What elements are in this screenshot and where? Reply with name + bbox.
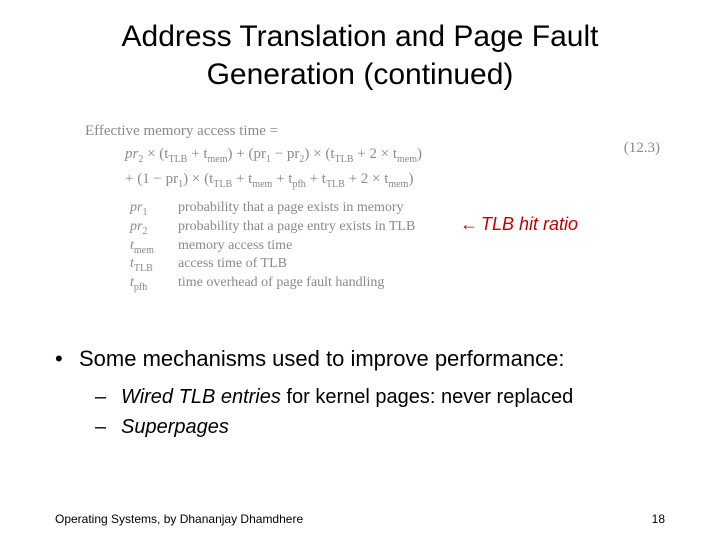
- annotation-text: TLB hit ratio: [481, 214, 578, 235]
- formula-lead: Effective memory access time =: [85, 123, 278, 139]
- def-row: tmem memory access time: [130, 238, 415, 256]
- dash-icon: –: [95, 414, 121, 440]
- annotation-tlb-hit-ratio: ← TLB hit ratio: [460, 214, 578, 235]
- formula-block: Effective memory access time = pr2 × (tT…: [85, 120, 665, 192]
- slide-title: Address Translation and Page Fault Gener…: [0, 18, 720, 93]
- title-line-2: Generation (continued): [207, 58, 514, 91]
- def-row: pr2 probability that a page entry exists…: [130, 219, 415, 237]
- definitions-table: pr1 probability that a page exists in me…: [130, 200, 415, 294]
- def-row: pr1 probability that a page exists in me…: [130, 200, 415, 218]
- def-row: tpfh time overhead of page fault handlin…: [130, 275, 415, 293]
- slide-number: 18: [652, 512, 665, 526]
- slide: Address Translation and Page Fault Gener…: [0, 0, 720, 540]
- dash-icon: –: [95, 384, 121, 410]
- sub-bullet-2: – Superpages: [95, 414, 680, 440]
- formula-line-2: pr2 × (tTLB + tmem) + (pr1 − pr2) × (tTL…: [85, 143, 665, 168]
- equation-number: (12.3): [624, 140, 660, 157]
- bullet-list: • Some mechanisms used to improve perfor…: [55, 345, 680, 444]
- bullet-icon: •: [55, 345, 79, 374]
- title-line-1: Address Translation and Page Fault: [122, 20, 599, 53]
- arrow-left-icon: ←: [460, 214, 478, 235]
- footer-attribution: Operating Systems, by Dhananjay Dhamdher…: [55, 512, 303, 526]
- bullet-1: • Some mechanisms used to improve perfor…: [55, 345, 680, 374]
- formula-line-3: + (1 − pr1) × (tTLB + tmem + tpfh + tTLB…: [85, 168, 665, 193]
- def-row: tTLB access time of TLB: [130, 256, 415, 274]
- sub-bullet-1: – Wired TLB entries for kernel pages: ne…: [95, 384, 680, 410]
